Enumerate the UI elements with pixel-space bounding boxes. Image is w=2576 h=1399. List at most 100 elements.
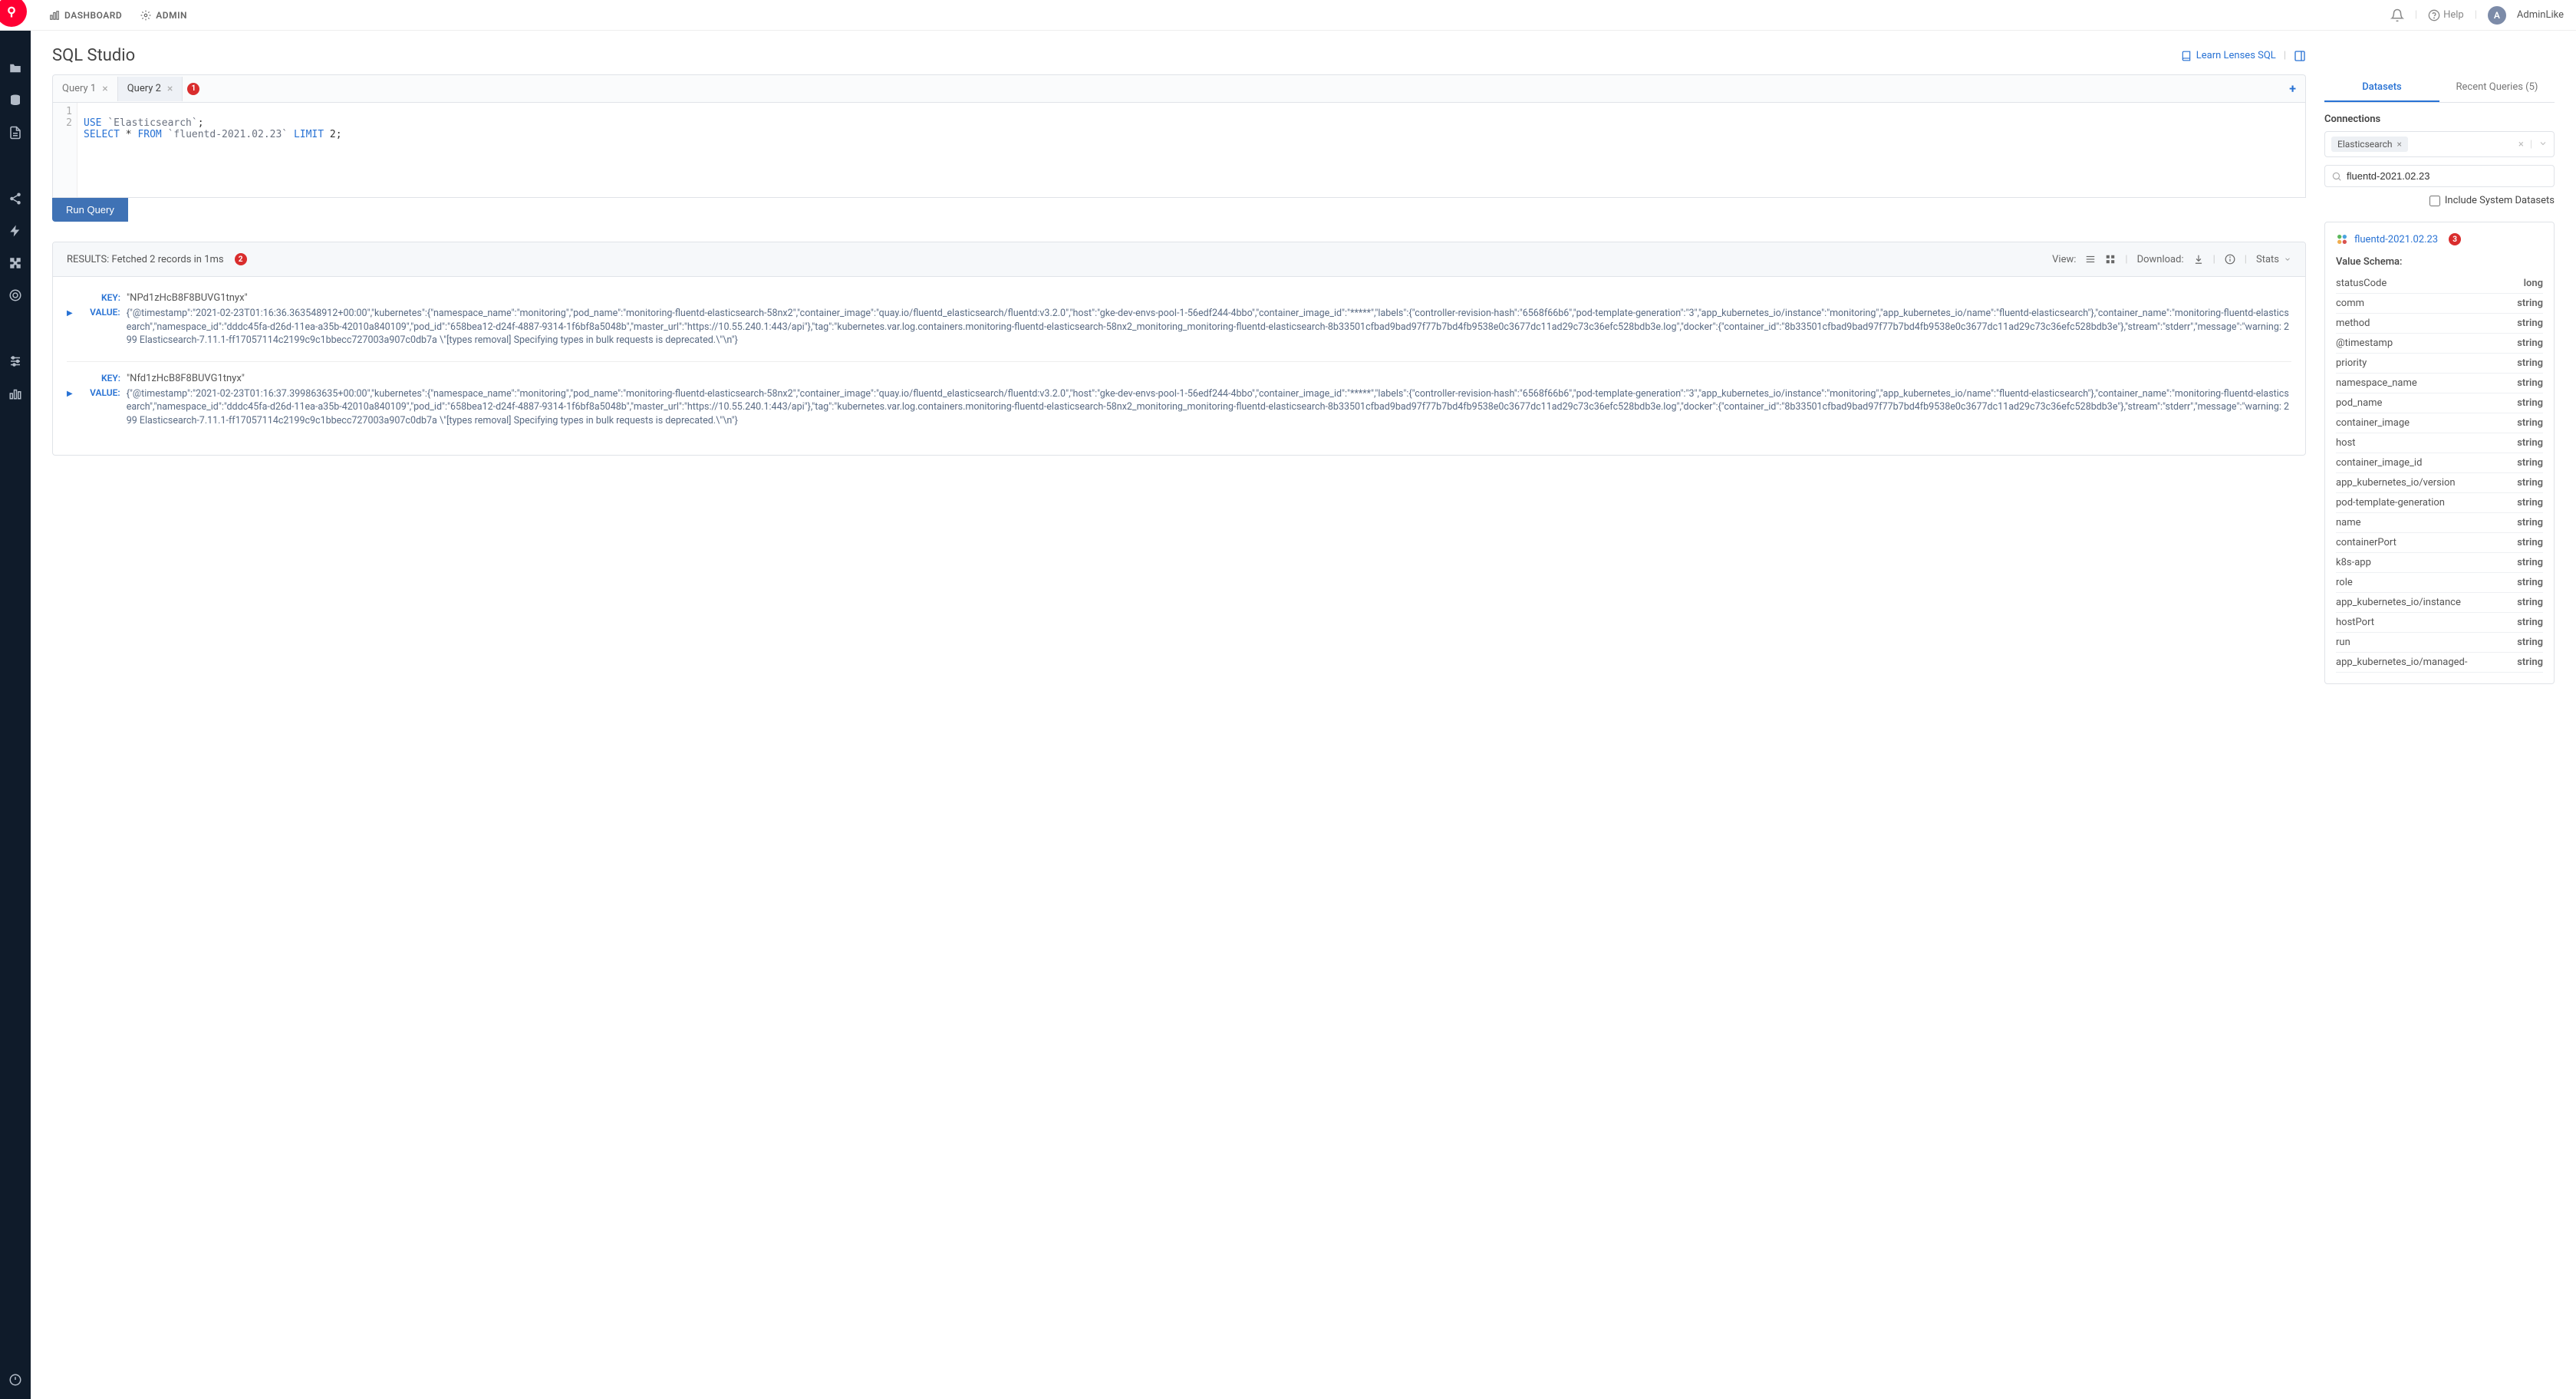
schema-type: string (2517, 597, 2543, 608)
result-record: KEY: "NPd1zHcB8F8BUVG1tnyx" ▶ VALUE: {"@… (67, 281, 2291, 362)
power-icon[interactable] (8, 1373, 22, 1387)
stats-label: Stats (2256, 254, 2279, 265)
tab-recent-queries[interactable]: Recent Queries (5) (2439, 74, 2555, 102)
schema-row: namespace_namestring (2336, 374, 2543, 393)
punct: ; (198, 117, 204, 129)
schema-type: string (2517, 497, 2543, 509)
sql-editor[interactable]: 1 2 USE `Elasticsearch`; SELECT * FROM `… (52, 102, 2306, 198)
results-badge: 2 (235, 253, 247, 265)
query-tabs: Query 1 × Query 2 × 1 + (52, 74, 2306, 102)
schema-field: containerPort (2336, 537, 2396, 548)
tab-label: Query 1 (62, 83, 96, 94)
results-header: RESULTS: Fetched 2 records in 1ms 2 View… (53, 242, 2305, 277)
database-icon[interactable] (8, 94, 22, 107)
page-title: SQL Studio (52, 46, 135, 65)
close-icon[interactable]: × (102, 83, 107, 95)
download-icon[interactable] (2193, 254, 2204, 265)
schema-type: string (2517, 377, 2543, 389)
txt: 2 (324, 129, 336, 140)
divider: | (2213, 254, 2215, 265)
record-key-label: KEY: (81, 373, 120, 383)
connection-chip[interactable]: Elasticsearch × (2331, 137, 2408, 152)
schema-type: string (2517, 657, 2543, 668)
include-system-row[interactable]: Include System Datasets (2324, 195, 2555, 206)
schema-type: string (2517, 537, 2543, 548)
expand-icon[interactable]: ▶ (67, 390, 73, 398)
chip-label: Elasticsearch (2337, 139, 2393, 150)
schema-field: statusCode (2336, 278, 2387, 289)
tab-query-2[interactable]: Query 2 × (118, 77, 183, 101)
download-label: Download: (2137, 254, 2184, 265)
schema-field: k8s-app (2336, 557, 2371, 568)
txt: * (120, 129, 137, 140)
str: `fluentd-2021.02.23` (162, 129, 294, 140)
schema-row: k8s-appstring (2336, 553, 2543, 573)
help-link[interactable]: Help (2428, 9, 2464, 21)
puzzle-icon[interactable] (8, 256, 22, 270)
code-content[interactable]: USE `Elasticsearch`; SELECT * FROM `flue… (77, 103, 348, 197)
schema-type: string (2517, 457, 2543, 469)
info-icon[interactable] (2225, 254, 2235, 265)
schema-type: string (2517, 337, 2543, 349)
user-avatar[interactable]: A (2488, 6, 2506, 25)
chart-icon[interactable] (8, 387, 22, 400)
add-tab-button[interactable]: + (2280, 75, 2305, 102)
document-icon[interactable] (8, 126, 22, 140)
schema-row: hoststring (2336, 433, 2543, 453)
expand-icon[interactable]: ▶ (67, 309, 73, 318)
user-name[interactable]: AdminLike (2517, 9, 2564, 21)
top-header-right: | Help | A AdminLike (2390, 6, 2564, 25)
tab-badge: 1 (187, 83, 199, 95)
view-list-icon[interactable] (2085, 254, 2096, 265)
lightning-icon[interactable] (8, 224, 22, 238)
include-system-checkbox[interactable] (2429, 196, 2440, 206)
schema-type: string (2517, 617, 2543, 628)
stats-dropdown[interactable]: Stats (2256, 254, 2291, 265)
kw: USE (84, 117, 101, 129)
chip-remove-icon[interactable]: × (2397, 139, 2402, 150)
side-panel: Datasets Recent Queries (5) Connections … (2324, 46, 2555, 1384)
search-input[interactable] (2347, 170, 2548, 182)
side-tabs: Datasets Recent Queries (5) (2324, 74, 2555, 103)
schema-list: statusCodelongcommstringmethodstring@tim… (2336, 274, 2543, 673)
app-logo[interactable] (0, 0, 27, 27)
record-key-label: KEY: (81, 292, 120, 303)
dataset-search[interactable] (2324, 165, 2555, 187)
view-grid-icon[interactable] (2105, 254, 2116, 265)
dataset-badge: 3 (2449, 233, 2461, 245)
nav-dashboard[interactable]: DASHBOARD (49, 10, 122, 21)
schema-field: role (2336, 577, 2353, 588)
panel-toggle-icon[interactable] (2294, 50, 2306, 62)
record-value-label: VALUE: (81, 307, 120, 318)
tab-datasets[interactable]: Datasets (2324, 74, 2439, 102)
learn-link[interactable]: Learn Lenses SQL (2181, 50, 2276, 61)
schema-row: hostPortstring (2336, 613, 2543, 633)
chevron-down-icon[interactable] (2538, 139, 2548, 150)
share-icon[interactable] (8, 192, 22, 206)
results-summary: RESULTS: Fetched 2 records in 1ms (67, 254, 224, 265)
record-key-value: "NPd1zHcB8F8BUVG1tnyx" (127, 292, 248, 304)
folder-icon[interactable] (8, 61, 22, 75)
tab-query-1[interactable]: Query 1 × (53, 77, 118, 101)
sliders-icon[interactable] (8, 354, 22, 368)
schema-row: namestring (2336, 513, 2543, 533)
schema-row: app_kubernetes_io/instancestring (2336, 593, 2543, 613)
clear-icon[interactable]: × (2518, 139, 2524, 150)
schema-row: methodstring (2336, 314, 2543, 334)
schema-field: comm (2336, 298, 2364, 309)
connections-box[interactable]: Elasticsearch × × | (2324, 131, 2555, 157)
schema-type: string (2517, 417, 2543, 429)
schema-type: string (2517, 357, 2543, 369)
schema-row: containerPort string (2336, 533, 2543, 553)
target-icon[interactable] (8, 288, 22, 302)
run-query-button[interactable]: Run Query (52, 198, 128, 222)
nav-admin[interactable]: ADMIN (140, 10, 187, 21)
schema-field: app_kubernetes_io/version (2336, 477, 2456, 489)
schema-row: runstring (2336, 633, 2543, 653)
view-label: View: (2052, 254, 2076, 265)
close-icon[interactable]: × (167, 83, 173, 95)
notifications-icon[interactable] (2390, 8, 2404, 22)
dataset-name[interactable]: fluentd-2021.02.23 (2354, 234, 2438, 245)
schema-row: @timestampstring (2336, 334, 2543, 354)
record-value-label: VALUE: (81, 387, 120, 398)
